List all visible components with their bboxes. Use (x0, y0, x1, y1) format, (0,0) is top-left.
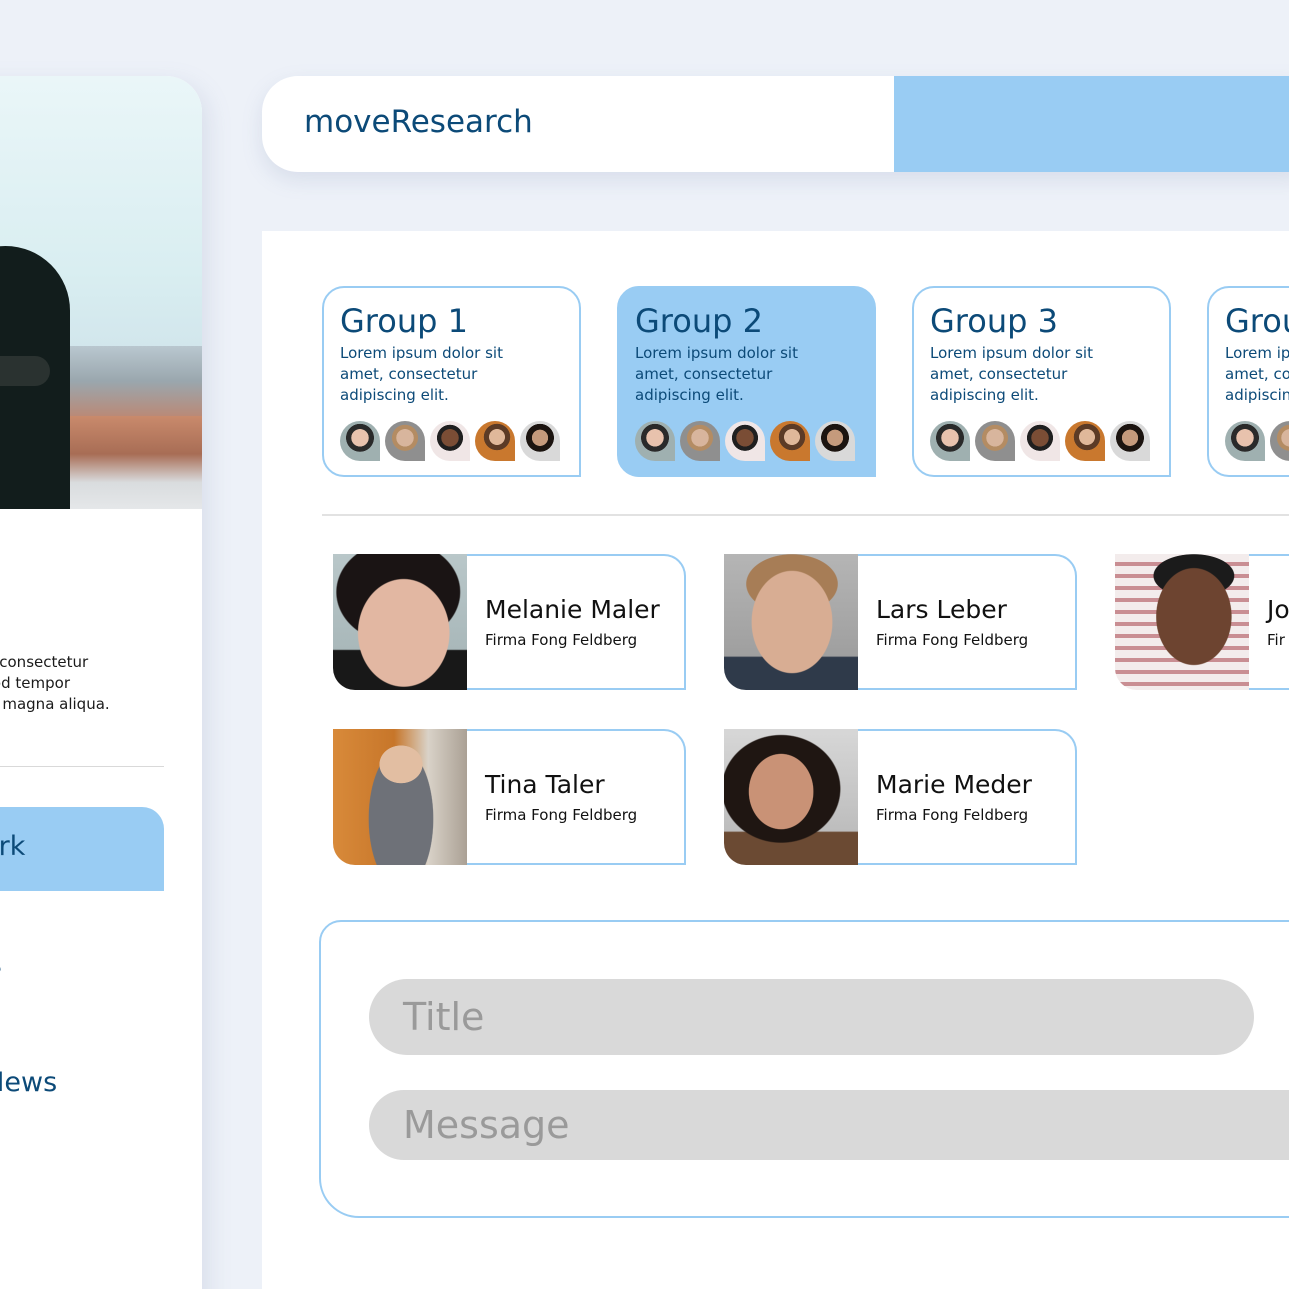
avatar (1225, 421, 1265, 461)
person-company: Firma Fong Feldberg (876, 631, 1029, 649)
group-card-3[interactable]: Group 3 Lorem ipsum dolor sit amet, cons… (912, 286, 1171, 477)
person-info: Lars Leber Firma Fong Feldberg (858, 554, 1077, 690)
person-photo (333, 729, 469, 865)
avatar (680, 421, 720, 461)
message-input[interactable]: Message (369, 1090, 1289, 1160)
person-company: Firma Fong Feldberg (876, 806, 1029, 824)
app-logo[interactable]: moveResearch (304, 104, 533, 140)
person-info: Jo Fir (1249, 554, 1289, 690)
sidebar-divider (0, 766, 164, 767)
person-card-lars-leber[interactable]: Lars Leber Firma Fong Feldberg (724, 554, 1077, 690)
group-members (635, 421, 855, 461)
avatar (1065, 421, 1105, 461)
group-description: Lorem ipsum dolor sit amet, consectetur … (635, 344, 798, 404)
person-name: Lars Leber (876, 595, 1007, 624)
person-photo (1115, 554, 1251, 690)
title-input[interactable]: Title (369, 979, 1254, 1055)
person-name: Tina Taler (485, 770, 605, 799)
avatar (1110, 421, 1150, 461)
group-members (340, 421, 560, 461)
avatar (930, 421, 970, 461)
main-content: Group 1 Lorem ipsum dolor sit amet, cons… (262, 231, 1289, 1289)
avatar (725, 421, 765, 461)
avatar (815, 421, 855, 461)
group-members (930, 421, 1150, 461)
section-divider (322, 514, 1289, 516)
person-info: Tina Taler Firma Fong Feldberg (467, 729, 686, 865)
profile-photo (0, 76, 202, 509)
group-description: Lorem ipsum dolor sit amet, consectetur … (930, 344, 1093, 404)
profile-description: met, consectetur usmod tempor olore magn… (0, 653, 110, 713)
avatar (340, 421, 380, 461)
avatar (770, 421, 810, 461)
person-name: Jo (1267, 595, 1289, 624)
person-card-tina-taler[interactable]: Tina Taler Firma Fong Feldberg (333, 729, 686, 865)
avatar (385, 421, 425, 461)
message-form: Title Message (319, 920, 1289, 1218)
avatar (975, 421, 1015, 461)
group-card-4[interactable]: Grou Lorem ip amet, co adipiscin (1207, 286, 1289, 477)
person-photo (724, 554, 860, 690)
group-title: Group 2 (635, 302, 763, 340)
person-company: Firma Fong Feldberg (485, 631, 638, 649)
group-title: Grou (1225, 302, 1289, 340)
sidebar-item-news[interactable]: k News (0, 1067, 57, 1098)
avatar (520, 421, 560, 461)
person-photo (724, 729, 860, 865)
person-company: Fir (1267, 631, 1285, 649)
avatar (475, 421, 515, 461)
profile-panel: met, consectetur usmod tempor olore magn… (0, 76, 202, 1289)
avatar (1270, 421, 1289, 461)
group-description: Lorem ip amet, co adipiscin (1225, 344, 1289, 404)
person-photo (333, 554, 469, 690)
sidebar-item-events[interactable]: nts (0, 949, 2, 980)
group-members (1225, 421, 1289, 461)
avatar (1020, 421, 1060, 461)
person-card-marie-meder[interactable]: Marie Meder Firma Fong Feldberg (724, 729, 1077, 865)
person-company: Firma Fong Feldberg (485, 806, 638, 824)
sidebar-item-network[interactable]: work (0, 831, 25, 862)
header-accent-block (894, 76, 1289, 172)
person-name: Marie Meder (876, 770, 1032, 799)
top-header: moveResearch (262, 76, 1289, 172)
group-title: Group 1 (340, 302, 468, 340)
group-title: Group 3 (930, 302, 1058, 340)
person-card-jo[interactable]: Jo Fir (1115, 554, 1289, 690)
photo-arm (0, 356, 50, 386)
avatar (430, 421, 470, 461)
person-info: Melanie Maler Firma Fong Feldberg (467, 554, 686, 690)
person-info: Marie Meder Firma Fong Feldberg (858, 729, 1077, 865)
person-name: Melanie Maler (485, 595, 660, 624)
group-description: Lorem ipsum dolor sit amet, consectetur … (340, 344, 503, 404)
avatar (635, 421, 675, 461)
person-card-melanie-maler[interactable]: Melanie Maler Firma Fong Feldberg (333, 554, 686, 690)
group-card-1[interactable]: Group 1 Lorem ipsum dolor sit amet, cons… (322, 286, 581, 477)
group-card-2[interactable]: Group 2 Lorem ipsum dolor sit amet, cons… (617, 286, 876, 477)
